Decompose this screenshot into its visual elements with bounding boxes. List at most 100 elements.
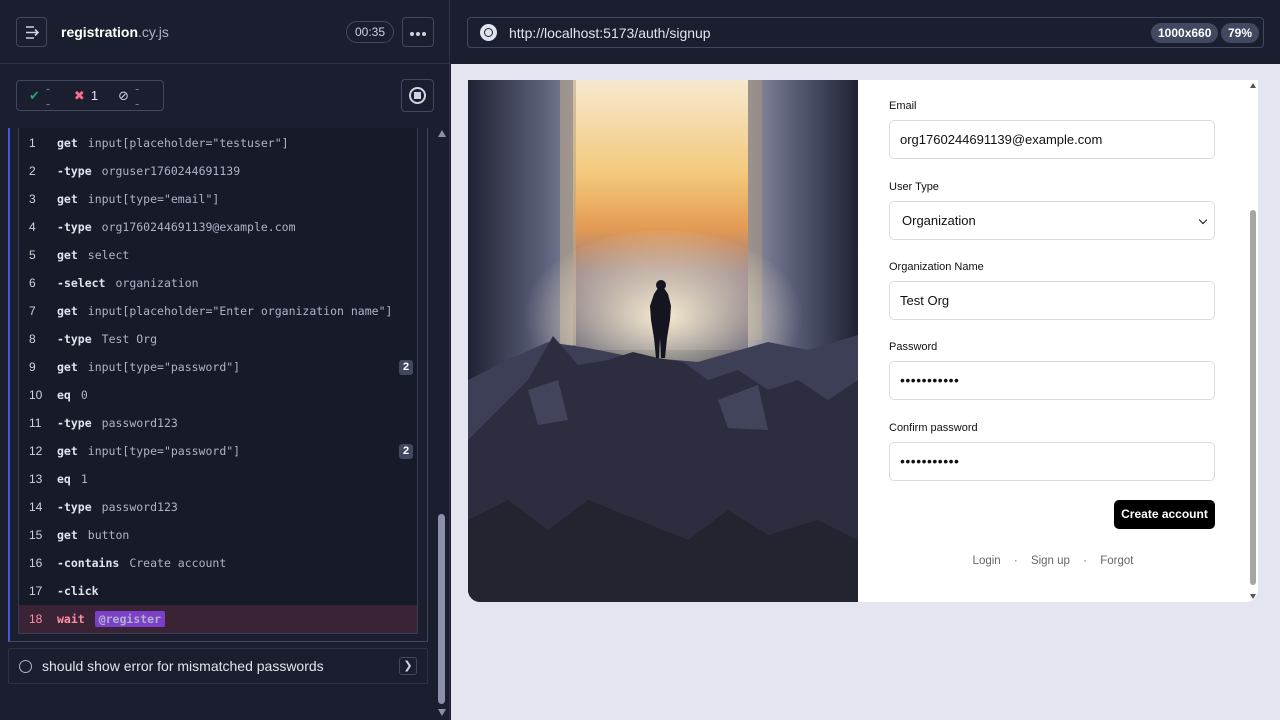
check-icon: ✔ [29,87,40,103]
command-name: eq [57,388,71,402]
command-row[interactable]: 10 eq 0 [19,381,417,409]
stats-row: ✔ -- ✖ 1 ⊘ -- [0,64,450,128]
test-item[interactable]: should show error for mismatched passwor… [8,648,428,684]
link-separator: · [1013,555,1018,567]
command-row[interactable]: 18 wait @register [19,605,417,633]
element-count-badge: 2 [399,360,413,375]
command-name: type [57,500,92,514]
user-type-label: User Type [889,181,939,193]
pending-icon: ⊘ [118,87,129,103]
command-row[interactable]: 17 click [19,577,417,605]
command-name: type [57,220,92,234]
command-message: password123 [101,500,178,514]
aut-scrollbar[interactable] [1249,80,1258,602]
aut-panel: http://localhost:5173/auth/signup 1000x6… [451,0,1280,720]
command-name: type [57,332,92,346]
command-name: get [57,304,78,318]
command-message: input[placeholder="testuser"] [87,136,289,150]
command-row[interactable]: 7 get input[placeholder="Enter organizatio… [19,297,417,325]
command-message: org1760244691139@example.com [101,220,296,234]
forgot-link[interactable]: Forgot [1100,555,1133,567]
command-name: wait [57,612,85,626]
command-message: password123 [101,416,178,430]
scroll-up-icon[interactable] [438,130,446,137]
scroll-down-icon[interactable] [1250,594,1256,599]
chevron-right-icon[interactable]: ❯ [399,657,417,675]
command-number: 15 [29,528,43,542]
command-row[interactable]: 4 type org1760244691139@example.com [19,213,417,241]
passed-stat[interactable]: ✔ -- [29,81,54,111]
globe-icon [480,24,497,41]
command-message: button [87,528,130,542]
command-row[interactable]: 3 get input[type="email"] [19,185,417,213]
user-type-value: Organization [902,213,976,228]
command-row[interactable]: 16 contains Create account [19,549,417,577]
command-name: get [57,136,78,150]
command-row[interactable]: 8 type Test Org [19,325,417,353]
zoom-badge[interactable]: 79% [1221,23,1260,43]
toggle-specs-button[interactable] [16,17,47,47]
command-row[interactable]: 15 get button [19,521,417,549]
test-title: should show error for mismatched passwor… [42,658,324,674]
create-account-button[interactable]: Create account [1114,500,1215,529]
user-type-select[interactable]: Organization [889,201,1215,240]
reporter-scrollbar[interactable] [436,128,448,720]
alias-badge: @register [94,611,166,627]
command-number: 18 [29,612,43,626]
command-name: get [57,192,78,206]
pending-stat[interactable]: ⊘ -- [118,81,143,111]
org-name-label: Organization Name [889,261,984,273]
command-row[interactable]: 6 select organization [19,269,417,297]
command-number: 7 [29,304,36,318]
scroll-up-icon[interactable] [1250,83,1256,88]
password-field[interactable]: ••••••••••• [889,361,1215,400]
reporter-header: registration.cy.js 00:35 [0,0,450,64]
url-bar[interactable]: http://localhost:5173/auth/signup 1000x6… [467,17,1264,48]
command-message: input[type="email"] [87,192,220,206]
command-log: 1getinput[placeholder="testuser"]2typeor… [18,128,418,634]
command-name: get [57,444,78,458]
command-number: 6 [29,276,36,290]
more-options-button[interactable] [402,17,434,47]
signup-link[interactable]: Sign up [1031,555,1070,567]
stop-icon [409,87,426,104]
scrollbar-thumb[interactable] [1250,210,1256,585]
command-row[interactable]: 11 type password123 [19,409,417,437]
command-row[interactable]: 1 get input[placeholder="testuser"] [19,129,417,157]
more-dots-icon [409,23,427,41]
command-name: get [57,528,78,542]
login-link[interactable]: Login [973,555,1001,567]
command-name: get [57,360,78,374]
command-row[interactable]: 2 type orguser1760244691139 [19,157,417,185]
command-row[interactable]: 9 get input[type="password"] 2 [19,353,417,381]
command-row[interactable]: 14 type password123 [19,493,417,521]
toggle-sidebar-icon [25,25,39,39]
command-number: 11 [29,416,42,430]
stop-run-button[interactable] [401,79,434,112]
test-stats: ✔ -- ✖ 1 ⊘ -- [16,80,164,111]
confirm-password-field[interactable]: ••••••••••• [889,442,1215,481]
email-field[interactable]: org1760244691139@example.com [889,120,1215,159]
command-number: 14 [29,500,43,514]
command-row[interactable]: 5 get select [19,241,417,269]
org-name-field[interactable]: Test Org [889,281,1215,320]
viewport-size-badge[interactable]: 1000x660 [1151,23,1219,43]
email-label: Email [889,100,917,112]
confirm-password-label: Confirm password [889,422,978,434]
url-text[interactable]: http://localhost:5173/auth/signup [509,25,711,41]
command-number: 8 [29,332,36,346]
command-number: 1 [29,136,36,150]
command-number: 17 [29,584,43,598]
command-name: select [57,276,106,290]
scrollbar-thumb[interactable] [438,514,445,704]
scroll-down-icon[interactable] [438,709,446,716]
command-message: input[placeholder="Enter organization na… [87,304,393,318]
command-name: type [57,416,92,430]
command-row[interactable]: 13 eq 1 [19,465,417,493]
command-number: 5 [29,248,36,262]
command-message: organization [115,276,199,290]
failed-stat[interactable]: ✖ 1 [74,88,98,104]
x-icon: ✖ [73,87,85,103]
command-row[interactable]: 12 get input[type="password"] 2 [19,437,417,465]
spec-filename: registration.cy.js [61,24,169,40]
